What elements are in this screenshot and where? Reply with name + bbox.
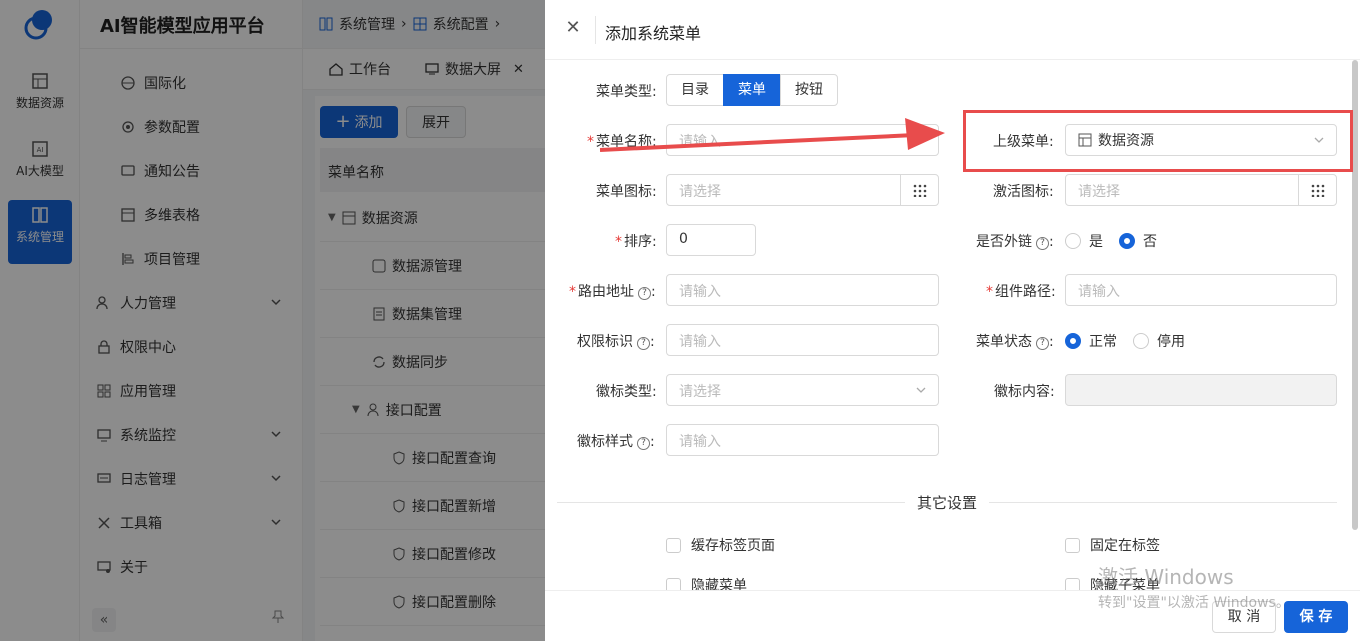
drawer-header: ✕ 添加系统菜单 bbox=[545, 0, 1360, 60]
other-settings-heading: 其它设置 bbox=[905, 492, 990, 513]
menu-type-option-dir[interactable]: 目录 bbox=[666, 74, 724, 106]
radio-label: 正常 bbox=[1089, 334, 1117, 350]
badge-type-label: 徽标类型: bbox=[596, 384, 657, 400]
external-link-label: 是否外链?: bbox=[976, 234, 1054, 250]
component-input[interactable]: 请输入 bbox=[1065, 274, 1337, 306]
status-normal-radio[interactable]: 正常 bbox=[1065, 331, 1117, 351]
route-input[interactable]: 请输入 bbox=[666, 274, 939, 306]
status-disabled-radio[interactable]: 停用 bbox=[1133, 331, 1185, 351]
external-link-label-text: 是否外链 bbox=[976, 234, 1032, 250]
component-label: * 组件路径: bbox=[986, 284, 1056, 300]
route-label-text: 路由地址 bbox=[578, 284, 634, 300]
badge-style-label-text: 徽标样式 bbox=[577, 434, 633, 450]
checkbox-label: 缓存标签页面 bbox=[691, 538, 775, 554]
windows-watermark: 激活 Windows 转到"设置"以激活 Windows。 bbox=[1098, 561, 1290, 612]
permission-label: 权限标识?: bbox=[577, 334, 655, 350]
question-icon[interactable]: ? bbox=[637, 337, 650, 350]
cache-tab-checkbox[interactable]: 缓存标签页面 bbox=[666, 535, 775, 555]
radio-dot bbox=[1133, 333, 1149, 349]
permission-label-text: 权限标识 bbox=[577, 334, 633, 350]
watermark-line1: 激活 Windows bbox=[1098, 565, 1234, 589]
menu-icon-label: 菜单图标: bbox=[596, 184, 657, 200]
permission-input[interactable]: 请输入 bbox=[666, 324, 939, 356]
route-label: * 路由地址?: bbox=[569, 284, 656, 300]
sort-label: * 排序: bbox=[615, 234, 657, 250]
checkbox-box bbox=[666, 537, 681, 553]
question-icon[interactable]: ? bbox=[638, 287, 651, 300]
chevron-down-icon bbox=[916, 387, 926, 393]
question-icon[interactable]: ? bbox=[637, 437, 650, 450]
badge-style-label: 徽标样式?: bbox=[577, 434, 655, 450]
menu-type-label: 菜单类型: bbox=[596, 84, 657, 100]
grid-icon[interactable] bbox=[1298, 175, 1336, 205]
save-button[interactable]: 保 存 bbox=[1284, 601, 1348, 633]
menu-type-segmented: 目录 菜单 按钮 bbox=[666, 74, 838, 106]
drawer-title: 添加系统菜单 bbox=[605, 24, 702, 43]
sort-label-text: 排序: bbox=[624, 234, 657, 250]
watermark-line2: 转到"设置"以激活 Windows。 bbox=[1098, 595, 1290, 611]
question-icon[interactable]: ? bbox=[1036, 337, 1049, 350]
menu-type-option-menu[interactable]: 菜单 bbox=[723, 74, 781, 106]
checkbox-box bbox=[1065, 537, 1080, 553]
radio-dot bbox=[1119, 233, 1135, 249]
radio-dot bbox=[1065, 233, 1081, 249]
badge-content-label: 徽标内容: bbox=[994, 384, 1055, 400]
menu-name-input[interactable]: 请输入 bbox=[666, 124, 939, 156]
checkbox-label: 固定在标签 bbox=[1090, 538, 1160, 554]
divider bbox=[595, 16, 596, 44]
menu-icon-placeholder: 请选择 bbox=[679, 184, 721, 200]
status-label-text: 菜单状态 bbox=[976, 334, 1032, 350]
annotation-highlight-box bbox=[963, 110, 1353, 172]
badge-content-input bbox=[1065, 374, 1337, 406]
fix-tab-checkbox[interactable]: 固定在标签 bbox=[1065, 535, 1160, 555]
external-link-yes-radio[interactable]: 是 bbox=[1065, 231, 1103, 251]
close-icon[interactable]: ✕ bbox=[565, 19, 581, 37]
active-icon-picker[interactable]: 请选择 bbox=[1065, 174, 1337, 206]
component-label-text: 组件路径: bbox=[995, 284, 1056, 300]
sort-input[interactable]: 0 bbox=[666, 224, 756, 256]
menu-name-label-text: 菜单名称: bbox=[596, 134, 657, 150]
modal-mask[interactable] bbox=[0, 0, 545, 641]
menu-name-label: * 菜单名称: bbox=[587, 134, 657, 150]
question-icon[interactable]: ? bbox=[1036, 237, 1049, 250]
add-menu-drawer: ✕ 添加系统菜单 菜单类型: 目录 菜单 按钮 * 菜单名称: 请输入 上级菜单:… bbox=[545, 0, 1360, 641]
badge-type-select[interactable]: 请选择 bbox=[666, 374, 939, 406]
radio-label: 否 bbox=[1143, 234, 1157, 250]
menu-type-option-button[interactable]: 按钮 bbox=[780, 74, 838, 106]
menu-icon-picker[interactable]: 请选择 bbox=[666, 174, 939, 206]
radio-label: 停用 bbox=[1157, 334, 1185, 350]
external-link-no-radio[interactable]: 否 bbox=[1119, 231, 1157, 251]
active-icon-placeholder: 请选择 bbox=[1078, 184, 1120, 200]
status-label: 菜单状态?: bbox=[976, 334, 1054, 350]
active-icon-label: 激活图标: bbox=[993, 184, 1054, 200]
badge-style-input[interactable]: 请输入 bbox=[666, 424, 939, 456]
radio-dot bbox=[1065, 333, 1081, 349]
radio-label: 是 bbox=[1089, 234, 1103, 250]
grid-icon[interactable] bbox=[900, 175, 938, 205]
badge-type-placeholder: 请选择 bbox=[679, 384, 721, 400]
